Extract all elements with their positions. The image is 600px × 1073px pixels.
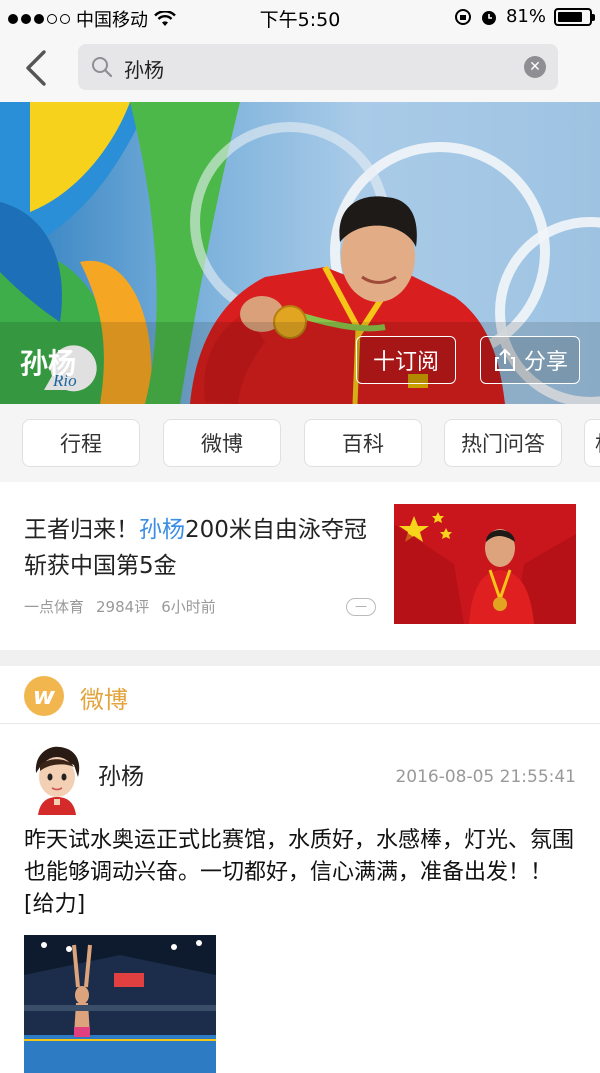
news-comments: 2984评 — [96, 598, 150, 616]
news-time: 6小时前 — [161, 598, 216, 616]
news-card[interactable]: 王者归来！孙杨200米自由泳夺冠 斩获中国第5金 一点体育 2984评 6小时前… — [0, 482, 600, 650]
news-meta: 一点体育 2984评 6小时前 — [24, 596, 216, 617]
tab-hot-questions[interactable]: 热门问答 — [444, 419, 562, 467]
weibo-section-label: 微博 — [80, 686, 128, 714]
weibo-logo-icon: w — [24, 676, 64, 716]
tab-label: 微博 — [201, 432, 243, 456]
section-divider — [0, 650, 600, 666]
alarm-icon — [481, 10, 496, 25]
status-bar: 中国移动 下午5:50 81% — [0, 0, 600, 34]
subscribe-label: 十订阅 — [372, 350, 439, 375]
search-input[interactable]: 孙杨 ✕ — [78, 44, 558, 90]
share-icon — [494, 348, 515, 371]
tab-label: 百科 — [342, 432, 384, 456]
share-button[interactable]: 分享 — [480, 336, 580, 384]
post-image[interactable] — [24, 935, 216, 1073]
news-source: 一点体育 — [24, 598, 85, 616]
tab-weibo[interactable]: 微博 — [163, 419, 281, 467]
post-timestamp: 2016-08-05 21:55:41 — [395, 767, 576, 787]
tab-label: 相 — [595, 428, 600, 458]
tab-label: 热门问答 — [461, 432, 545, 456]
search-icon — [92, 57, 113, 78]
search-query: 孙杨 — [124, 58, 164, 82]
clear-icon[interactable]: ✕ — [524, 56, 546, 78]
dislike-button[interactable]: — — [346, 598, 376, 616]
back-chevron-icon[interactable] — [20, 48, 54, 88]
battery-percent: 81% — [505, 6, 546, 27]
subscribe-button[interactable]: 十订阅 — [356, 336, 456, 384]
banner-title: 孙杨 — [20, 347, 77, 380]
weibo-post[interactable]: 孙杨 2016-08-05 21:55:41 昨天试水奥运正式比赛馆，水质好，水… — [0, 725, 600, 1073]
weibo-section-header[interactable]: w 微博 — [0, 666, 600, 724]
avatar[interactable] — [30, 743, 84, 815]
post-username[interactable]: 孙杨 — [98, 757, 144, 791]
news-title: 王者归来！孙杨200米自由泳夺冠 斩获中国第5金 — [24, 517, 367, 579]
post-text: 昨天试水奥运正式比赛馆，水质好，水感棒，灯光、氛围也能够调动兴奋。一切都好，信心… — [24, 828, 575, 917]
rotation-lock-icon — [454, 8, 471, 25]
battery-icon — [554, 7, 595, 26]
hero-banner: Rio 孙杨 十订阅 分享 — [0, 102, 600, 404]
tab-label: 行程 — [60, 432, 102, 456]
tab-related[interactable]: 相 — [584, 419, 600, 467]
news-thumbnail — [394, 504, 576, 624]
navigation-bar: 孙杨 ✕ — [0, 34, 600, 102]
category-tabs: 行程 微博 百科 热门问答 相 — [0, 404, 600, 482]
tab-itinerary[interactable]: 行程 — [22, 419, 140, 467]
tab-encyclopedia[interactable]: 百科 — [304, 419, 422, 467]
share-label: 分享 — [523, 350, 568, 375]
